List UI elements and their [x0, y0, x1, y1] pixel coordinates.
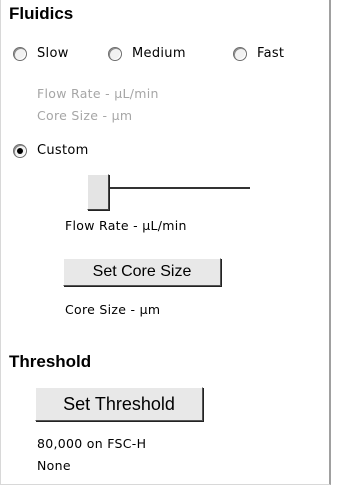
custom-core-size-text: Core Size - µm	[65, 302, 161, 317]
threshold-title: Threshold	[9, 352, 92, 371]
custom-flow-rate-text: Flow Rate - µL/min	[65, 218, 187, 233]
medium-label[interactable]: Medium	[132, 46, 186, 61]
threshold-value-text: 80,000 on FSC-H	[37, 436, 147, 451]
slider-thumb[interactable]	[87, 174, 109, 210]
fast-label[interactable]: Fast	[257, 46, 284, 61]
preset-flow-rate-text: Flow Rate - µL/min	[37, 86, 159, 101]
slow-label[interactable]: Slow	[37, 46, 69, 61]
fast-radio[interactable]	[233, 47, 247, 61]
settings-panel: Fluidics Slow Medium Fast Flow Rate - µL…	[0, 0, 331, 485]
set-core-size-button[interactable]: Set Core Size	[63, 258, 221, 286]
custom-radio[interactable]	[13, 144, 27, 158]
set-threshold-button[interactable]: Set Threshold	[35, 387, 203, 421]
slow-radio[interactable]	[13, 47, 27, 61]
fluidics-title: Fluidics	[9, 4, 74, 23]
custom-label[interactable]: Custom	[37, 143, 89, 158]
threshold-secondary-text: None	[37, 458, 71, 473]
slider-track[interactable]	[93, 187, 250, 189]
medium-radio[interactable]	[108, 47, 122, 61]
preset-core-size-text: Core Size - µm	[37, 108, 133, 123]
